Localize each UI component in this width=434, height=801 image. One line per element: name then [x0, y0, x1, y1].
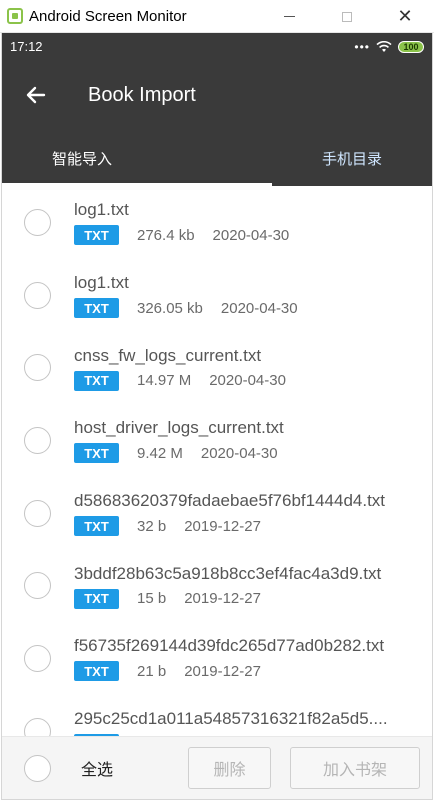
- file-name: host_driver_logs_current.txt: [74, 418, 284, 438]
- select-radio[interactable]: [24, 644, 51, 672]
- list-item[interactable]: d58683620379fadaebae5f76bf1444d4.txt TXT…: [2, 477, 432, 550]
- bottom-action-bar: 全选 删除 加入书架: [2, 736, 432, 799]
- file-size: 276.4 kb: [137, 226, 195, 244]
- file-type-badge: TXT: [74, 516, 119, 537]
- file-date: 2019-12-27: [184, 590, 261, 608]
- file-meta: TXT 32 b 2019-12-27: [74, 516, 385, 537]
- back-arrow-icon[interactable]: [24, 83, 48, 107]
- file-info: log1.txt TXT 326.05 kb 2020-04-30: [74, 272, 298, 319]
- file-date: 2020-04-30: [220, 299, 298, 317]
- file-date: 2019-12-27: [184, 517, 261, 535]
- file-size: 32 b: [137, 517, 167, 535]
- close-icon: ✕: [397, 5, 413, 27]
- file-info: 3bddf28b63c5a918b8cc3ef4fac4a3d9.txt TXT…: [74, 563, 381, 609]
- tab-label: 手机目录: [321, 149, 382, 168]
- tab-bar: 智能导入 手机目录: [2, 130, 432, 186]
- file-type-badge: TXT: [74, 443, 119, 464]
- file-date: 2020-04-30: [209, 372, 286, 390]
- maximize-icon: [342, 11, 352, 22]
- select-radio[interactable]: [24, 281, 51, 309]
- add-to-bookshelf-button[interactable]: 加入书架: [290, 747, 420, 789]
- file-meta: TXT 326.05 kb 2020-04-30: [74, 298, 298, 319]
- delete-button[interactable]: 删除: [188, 747, 271, 789]
- tab-phone-directory[interactable]: 手机目录: [272, 130, 432, 186]
- file-size: 9.42 M: [137, 444, 183, 462]
- file-meta: TXT 15 b 2019-12-27: [74, 588, 381, 609]
- list-item[interactable]: cnss_fw_logs_current.txt TXT 14.97 M 202…: [2, 331, 432, 404]
- file-info: host_driver_logs_current.txt TXT 9.42 M …: [74, 417, 284, 464]
- file-name: 295c25cd1a011a54857316321f82a5d5....: [74, 709, 388, 729]
- file-type-badge: TXT: [74, 370, 119, 391]
- file-size: 14.97 M: [137, 372, 192, 390]
- list-item[interactable]: 3bddf28b63c5a918b8cc3ef4fac4a3d9.txt TXT…: [2, 549, 432, 622]
- window-titlebar: Android Screen Monitor ✕: [0, 0, 434, 33]
- select-radio[interactable]: [24, 426, 51, 454]
- file-name: 3bddf28b63c5a918b8cc3ef4fac4a3d9.txt: [74, 563, 382, 583]
- select-radio[interactable]: [24, 354, 51, 382]
- file-info: f56735f269144d39fdc265d77ad0b282.txt TXT…: [74, 635, 385, 682]
- list-item[interactable]: 295c25cd1a011a54857316321f82a5d5.... TXT: [2, 695, 432, 737]
- file-type-badge: TXT: [74, 588, 119, 609]
- window-controls: ✕: [260, 0, 434, 33]
- select-radio[interactable]: [24, 717, 51, 737]
- file-name: d58683620379fadaebae5f76bf1444d4.txt: [74, 491, 386, 511]
- file-meta: TXT 21 b 2019-12-27: [74, 661, 384, 682]
- file-date: 2020-04-30: [212, 226, 290, 244]
- file-name: log1.txt: [74, 273, 129, 293]
- file-name: f56735f269144d39fdc265d77ad0b282.txt: [74, 636, 385, 656]
- minimize-icon: [283, 16, 295, 17]
- close-button[interactable]: ✕: [376, 0, 434, 33]
- status-bar: 17:12 ••• 100: [2, 33, 432, 60]
- file-list[interactable]: log1.txt TXT 276.4 kb 2020-04-30 log1.tx…: [2, 186, 432, 737]
- file-type-badge: TXT: [74, 661, 119, 682]
- file-size: 15 b: [137, 590, 167, 608]
- file-date: 2020-04-30: [200, 444, 278, 462]
- file-meta: TXT 276.4 kb 2020-04-30: [74, 225, 290, 246]
- list-item[interactable]: host_driver_logs_current.txt TXT 9.42 M …: [2, 404, 432, 477]
- file-meta: TXT 14.97 M 2020-04-30: [74, 370, 286, 391]
- list-item[interactable]: log1.txt TXT 276.4 kb 2020-04-30: [2, 186, 432, 259]
- file-type-badge: TXT: [74, 225, 119, 246]
- page-title: Book Import: [88, 83, 196, 106]
- list-item[interactable]: f56735f269144d39fdc265d77ad0b282.txt TXT…: [2, 622, 432, 695]
- status-time: 17:12: [10, 39, 43, 54]
- file-type-badge: TXT: [74, 298, 119, 319]
- app-icon: [7, 8, 23, 24]
- file-name: cnss_fw_logs_current.txt: [74, 345, 262, 365]
- more-dots-icon: •••: [354, 39, 370, 54]
- file-info: 295c25cd1a011a54857316321f82a5d5.... TXT: [74, 708, 388, 737]
- select-all-radio[interactable]: [24, 754, 51, 782]
- maximize-button[interactable]: [318, 0, 376, 33]
- minimize-button[interactable]: [260, 0, 318, 33]
- file-info: log1.txt TXT 276.4 kb 2020-04-30: [74, 199, 290, 246]
- file-meta: TXT 9.42 M 2020-04-30: [74, 443, 284, 464]
- file-name: log1.txt: [74, 200, 129, 220]
- select-radio[interactable]: [24, 572, 51, 600]
- select-radio[interactable]: [24, 499, 51, 527]
- select-all-label[interactable]: 全选: [81, 756, 113, 780]
- device-screen: 17:12 ••• 100 Book Import 智能导入 手机目录 log1…: [1, 33, 433, 800]
- window-title: Android Screen Monitor: [29, 7, 187, 25]
- list-item[interactable]: log1.txt TXT 326.05 kb 2020-04-30: [2, 259, 432, 332]
- select-radio[interactable]: [24, 208, 51, 236]
- file-size: 21 b: [137, 662, 167, 680]
- file-info: d58683620379fadaebae5f76bf1444d4.txt TXT…: [74, 490, 386, 537]
- tab-label: 智能导入: [51, 149, 112, 168]
- wifi-icon: [376, 40, 392, 52]
- file-info: cnss_fw_logs_current.txt TXT 14.97 M 202…: [74, 345, 286, 391]
- tab-smart-import[interactable]: 智能导入: [2, 130, 272, 186]
- app-bar: Book Import: [2, 60, 432, 130]
- status-icons: ••• 100: [354, 40, 424, 54]
- file-date: 2019-12-27: [184, 662, 261, 680]
- battery-indicator: 100: [398, 40, 424, 53]
- file-size: 326.05 kb: [137, 299, 203, 317]
